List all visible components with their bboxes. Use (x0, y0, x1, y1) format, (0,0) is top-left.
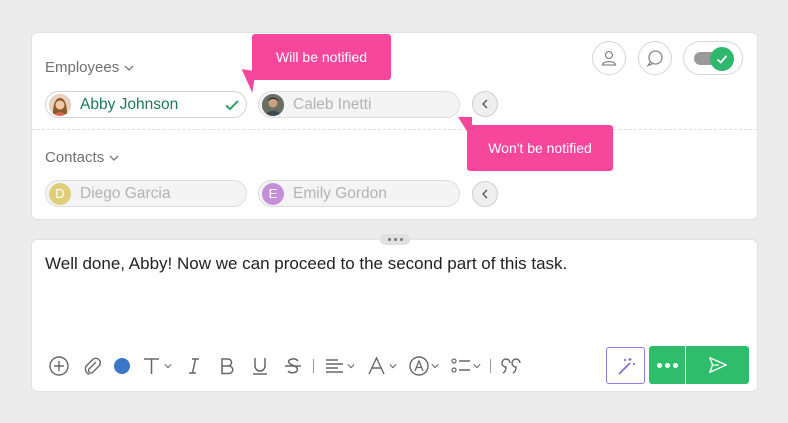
chevron-down-icon (347, 364, 355, 369)
font-size-button[interactable] (141, 353, 172, 379)
chevron-left-icon (482, 189, 488, 199)
handle-dot (393, 238, 397, 241)
text-size-icon (144, 358, 159, 374)
send-button[interactable] (686, 346, 749, 384)
plus-circle-icon (49, 356, 69, 376)
chip-label: Diego Garcia (80, 184, 171, 202)
avatar: E (262, 182, 284, 205)
chevron-down-icon (389, 364, 397, 369)
align-left-icon (326, 359, 343, 373)
contacts-label: Contacts (45, 149, 105, 166)
toggle-knob (710, 47, 734, 71)
avatar (262, 93, 284, 116)
toolbar-separator (490, 359, 491, 373)
chevron-down-icon (431, 364, 439, 369)
recipients-panel: Employees Abby Johnson Caleb Inetti Cont… (31, 32, 758, 220)
chip-label: Abby Johnson (80, 95, 179, 113)
checkmark-icon (225, 100, 239, 111)
chevron-down-icon (124, 65, 134, 71)
employees-dropdown[interactable]: Employees (45, 59, 134, 76)
chevron-down-icon (164, 364, 172, 369)
chat-button[interactable] (638, 41, 672, 75)
chevron-left-icon (482, 99, 488, 109)
avatar (49, 93, 71, 116)
quote-button[interactable] (501, 353, 523, 379)
avatar: D (49, 182, 71, 205)
chat-bubble-icon (646, 50, 663, 67)
dot (664, 362, 670, 368)
bold-button[interactable] (216, 353, 238, 379)
message-input[interactable]: Well done, Abby! Now we can proceed to t… (45, 254, 567, 274)
font-button[interactable] (366, 353, 397, 379)
section-divider (32, 129, 757, 130)
formatting-toolbar (48, 353, 534, 379)
underline-button[interactable] (249, 353, 271, 379)
list-button[interactable] (450, 353, 481, 379)
italic-icon (189, 358, 199, 374)
paperclip-icon (84, 357, 102, 376)
person-icon (601, 50, 617, 66)
notify-toggle[interactable] (683, 41, 743, 75)
toolbar-separator (313, 359, 314, 373)
handle-dot (399, 238, 403, 241)
tooltip-wont-be-notified: Won't be notified (467, 125, 613, 171)
font-letter-icon (368, 356, 385, 375)
color-dot-icon (114, 358, 130, 374)
quote-icon (501, 358, 521, 374)
dot (672, 362, 678, 368)
chevron-down-icon (109, 155, 119, 161)
checkmark-icon (716, 55, 728, 64)
strikethrough-button[interactable] (282, 353, 304, 379)
resize-handle[interactable] (380, 234, 410, 245)
chip-caleb-inetti[interactable]: Caleb Inetti (258, 91, 460, 118)
chip-label: Emily Gordon (293, 184, 387, 202)
align-button[interactable] (324, 353, 355, 379)
bold-icon (221, 358, 234, 375)
person-button[interactable] (592, 41, 626, 75)
collapse-contacts-button[interactable] (472, 181, 498, 207)
send-icon (708, 357, 727, 373)
add-button[interactable] (48, 353, 70, 379)
ai-assistant-button[interactable] (606, 347, 645, 384)
employees-label: Employees (45, 59, 120, 76)
chip-emily-gordon[interactable]: E Emily Gordon (258, 180, 460, 207)
italic-button[interactable] (183, 353, 205, 379)
composer-panel: Well done, Abby! Now we can proceed to t… (31, 239, 758, 392)
tooltip-will-be-notified: Will be notified (252, 34, 391, 80)
chip-abby-johnson[interactable]: Abby Johnson (45, 91, 247, 118)
circled-letter-icon (409, 356, 429, 376)
more-options-button[interactable] (649, 346, 685, 384)
collapse-employees-button[interactable] (472, 91, 498, 117)
handle-dot (387, 238, 391, 241)
chip-label: Caleb Inetti (293, 95, 372, 113)
bullet-list-icon (451, 358, 470, 373)
dot (656, 362, 662, 368)
attach-button[interactable] (81, 353, 103, 379)
text-color-button[interactable] (114, 353, 130, 379)
chevron-down-icon (473, 364, 481, 369)
strikethrough-icon (285, 358, 301, 374)
text-style-button[interactable] (408, 353, 439, 379)
underline-icon (253, 358, 267, 375)
contacts-dropdown[interactable]: Contacts (45, 149, 119, 166)
chip-diego-garcia[interactable]: D Diego Garcia (45, 180, 247, 207)
magic-wand-icon (617, 357, 635, 375)
